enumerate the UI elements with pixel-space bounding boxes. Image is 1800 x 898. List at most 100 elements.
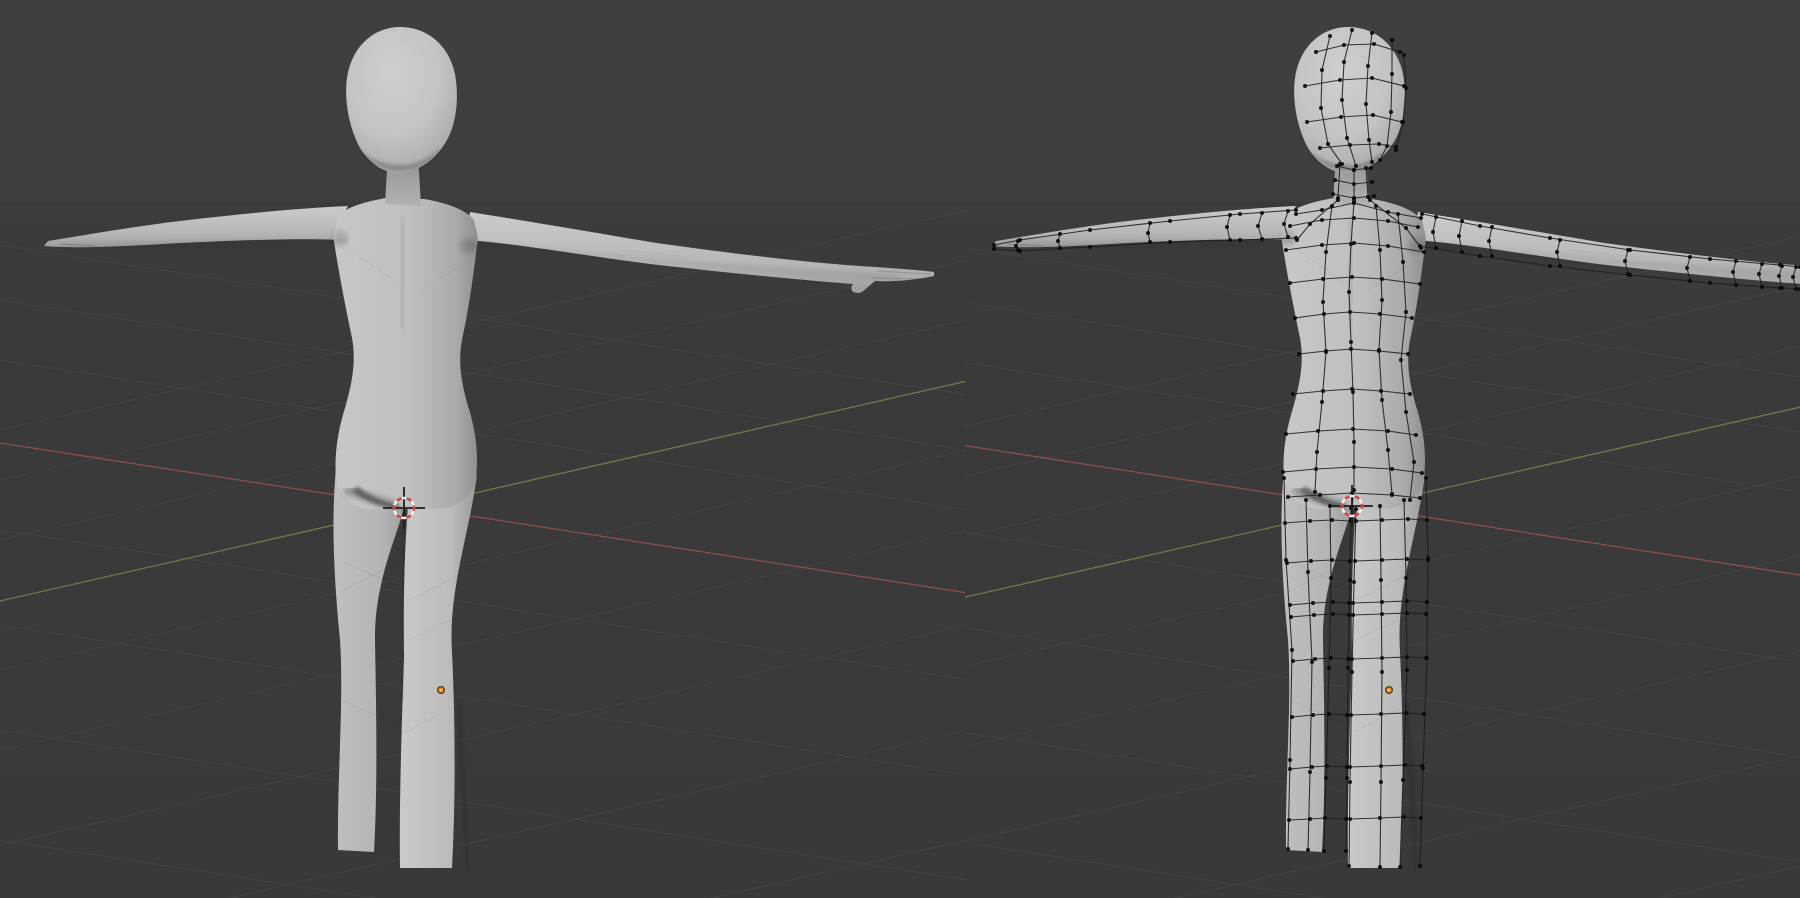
vertex-dot <box>1287 818 1291 822</box>
vertex-dot <box>1308 770 1312 774</box>
vertex-dot <box>1256 224 1260 228</box>
vertex-dot <box>1352 440 1356 444</box>
vertex-dot <box>1367 138 1371 142</box>
vertex-dot <box>1734 283 1738 287</box>
vertex-dot <box>1331 192 1335 196</box>
vertex-dot <box>1378 158 1382 162</box>
vertex-dot <box>1327 712 1331 716</box>
vertex-dot <box>1328 34 1332 38</box>
vertex-dot <box>1324 349 1328 353</box>
vertex-dot <box>1380 612 1384 616</box>
vertex-dot <box>1478 224 1482 228</box>
vertex-dot <box>1390 38 1394 42</box>
vertex-dot <box>1324 776 1328 780</box>
vertex-dot <box>1380 398 1384 402</box>
vertex-dot <box>1404 576 1408 580</box>
vertex-dot <box>1794 265 1798 269</box>
vertex-dot <box>1424 476 1428 480</box>
vertex-dot <box>1320 243 1324 247</box>
vertex-dot <box>1303 84 1307 88</box>
vertex-dot <box>1419 216 1423 220</box>
vertex-dot <box>1370 180 1374 184</box>
vertex-dot <box>1404 310 1408 314</box>
vertex-dot <box>1478 254 1482 258</box>
vertex-dot <box>1688 255 1692 259</box>
vertex-dot <box>1377 349 1381 353</box>
vertex-dot <box>1148 240 1152 244</box>
vertex-dot <box>1310 765 1314 769</box>
vertex-dot <box>1342 60 1346 64</box>
vertex-dot <box>1294 236 1298 240</box>
vertex-dot <box>1368 198 1372 202</box>
vertex-dot <box>1374 204 1378 208</box>
vertex-dot <box>1348 780 1352 784</box>
vertex-dot <box>1370 31 1374 35</box>
vertex-dot <box>1370 76 1374 80</box>
vertex-dot <box>1348 817 1352 821</box>
vertex-dot <box>1288 758 1292 762</box>
vertex-dot <box>1238 238 1242 242</box>
vertex-dot <box>1419 816 1423 820</box>
vertex-dot <box>1281 470 1285 474</box>
vertex-dot <box>1350 670 1354 674</box>
vertex-dot <box>1345 136 1349 140</box>
vertex-dot <box>1418 244 1422 248</box>
vertex-dot <box>1321 277 1325 281</box>
vertex-dot <box>1558 238 1562 242</box>
vertex-dot <box>1314 467 1318 471</box>
vertex-dot <box>1283 521 1287 525</box>
vertex-dot <box>1386 429 1390 433</box>
vertex-dot <box>1288 603 1292 607</box>
vertex-dot <box>1321 300 1325 304</box>
vertex-dot <box>1390 72 1394 76</box>
vertex-dot <box>1286 235 1290 239</box>
vertex-dot <box>1780 286 1784 290</box>
vertex-dot <box>1386 448 1390 452</box>
vertex-dot <box>1330 204 1334 208</box>
vertex-dot <box>1056 239 1060 243</box>
horizon-band <box>0 202 1800 207</box>
vertex-dot <box>1425 600 1429 604</box>
vertex-dot <box>1623 259 1627 263</box>
vertex-dot <box>1351 427 1355 431</box>
vertex-dot <box>1405 611 1409 615</box>
vertex-dot <box>1282 222 1286 226</box>
vertex-dot <box>1339 115 1343 119</box>
vertex-dot <box>1350 275 1354 279</box>
vertex-dot <box>1760 262 1764 266</box>
vertex-dot <box>1288 281 1292 285</box>
vertex-dot <box>1418 864 1422 868</box>
vertex-dot <box>1350 387 1354 391</box>
vertex-dot <box>1398 50 1402 54</box>
vertex-dot <box>1380 670 1384 674</box>
vertex-dot <box>1548 236 1552 240</box>
vertex-dot <box>1014 244 1018 248</box>
vertex-dot <box>1405 668 1409 672</box>
vertex-dot <box>1354 519 1358 523</box>
vertex-dot <box>1228 238 1232 242</box>
vertex-dot <box>1416 225 1420 229</box>
vertex-dot <box>1352 216 1356 220</box>
vertex-dot <box>1288 767 1292 771</box>
vertex-dot <box>1286 847 1290 851</box>
vertex-dot <box>1146 231 1150 235</box>
vertex-dot <box>1306 848 1310 852</box>
vertex-dot <box>1294 212 1298 216</box>
vertex-dot <box>1431 230 1435 234</box>
vertex-dot <box>1338 162 1342 166</box>
vertex-dot <box>1311 601 1315 605</box>
vertex-dot <box>1354 507 1358 511</box>
vertex-dot <box>1088 228 1092 232</box>
vertex-dot <box>1364 102 1368 106</box>
vertex-dot <box>1148 221 1152 225</box>
vertex-dot <box>1308 817 1312 821</box>
vertex-dot <box>1371 113 1375 117</box>
vertex-dot <box>1402 815 1406 819</box>
vertex-dot <box>1228 213 1232 217</box>
vertex-dot <box>1284 432 1288 436</box>
vertex-dot <box>1379 389 1383 393</box>
vertex-dot <box>1780 264 1784 268</box>
vertex-dot <box>1336 198 1340 202</box>
vertex-dot <box>1372 194 1376 198</box>
vertex-dot <box>1370 160 1374 164</box>
